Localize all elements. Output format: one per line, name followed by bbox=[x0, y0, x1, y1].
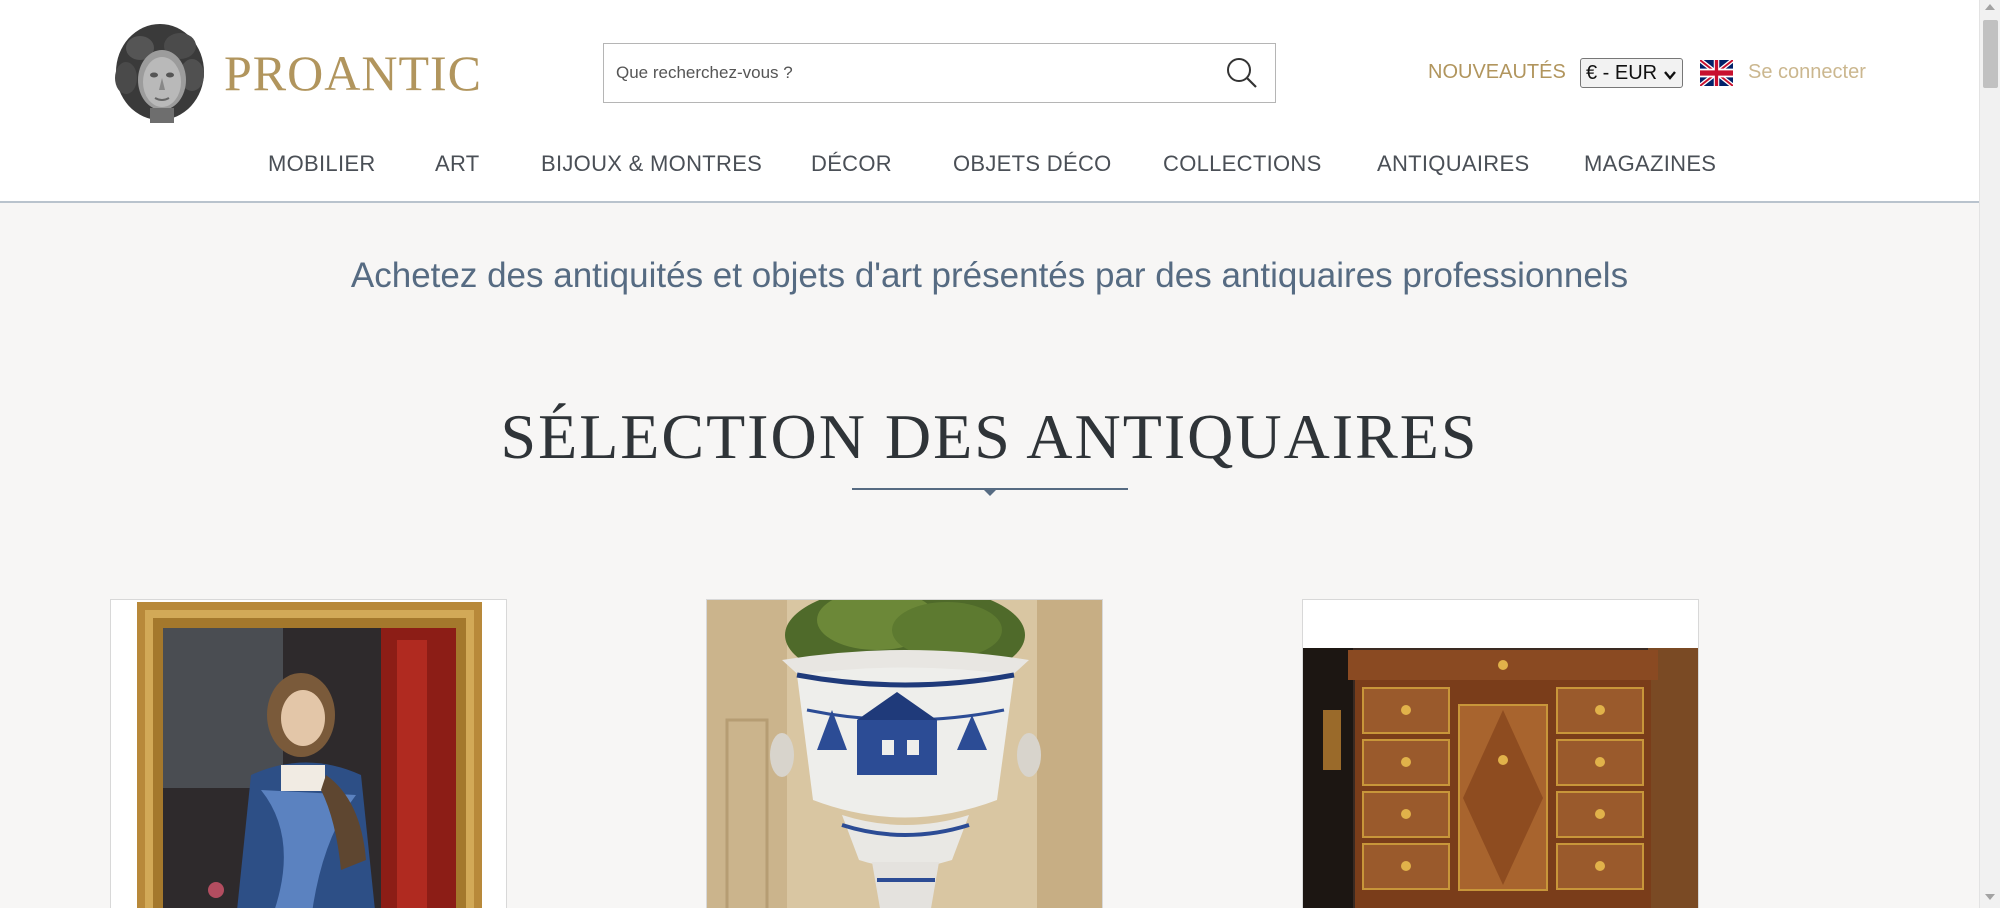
site-header: PROANTIC NOUVEAUTÉS € - EUR Se connecter… bbox=[0, 0, 1979, 203]
uk-flag-icon[interactable] bbox=[1699, 57, 1734, 89]
brand-name[interactable]: PROANTIC bbox=[224, 44, 482, 102]
nav-item-objets-deco[interactable]: OBJETS DÉCO bbox=[953, 151, 1112, 177]
main-nav: MOBILIER ART BIJOUX & MONTRES DÉCOR OBJE… bbox=[0, 151, 1979, 181]
search-icon[interactable] bbox=[1223, 54, 1261, 92]
nav-item-antiquaires[interactable]: ANTIQUAIRES bbox=[1377, 151, 1529, 177]
currency-value: € - EUR bbox=[1586, 61, 1658, 84]
divider-tip bbox=[982, 488, 998, 496]
portrait-painting-image bbox=[111, 600, 506, 908]
search-input[interactable] bbox=[616, 44, 1196, 101]
nav-item-bijoux-montres[interactable]: BIJOUX & MONTRES bbox=[541, 151, 762, 177]
chevron-down-icon bbox=[1663, 65, 1677, 88]
nav-item-magazines[interactable]: MAGAZINES bbox=[1584, 151, 1716, 177]
login-link[interactable]: Se connecter bbox=[1748, 61, 1866, 84]
scrollbar-thumb[interactable] bbox=[1983, 20, 1998, 88]
page-scrollbar[interactable] bbox=[1979, 0, 2000, 908]
scrollbar-up-arrow-icon[interactable] bbox=[1985, 4, 1995, 10]
nav-item-decor[interactable]: DÉCOR bbox=[811, 151, 892, 177]
currency-select[interactable]: € - EUR bbox=[1580, 58, 1683, 88]
product-card-3[interactable] bbox=[1302, 599, 1699, 908]
tagline: Achetez des antiquités et objets d'art p… bbox=[350, 256, 1629, 295]
nav-item-collections[interactable]: COLLECTIONS bbox=[1163, 151, 1322, 177]
nav-item-mobilier[interactable]: MOBILIER bbox=[268, 151, 376, 177]
nav-item-art[interactable]: ART bbox=[435, 151, 480, 177]
product-card-2[interactable] bbox=[706, 599, 1103, 908]
search-box bbox=[603, 43, 1276, 103]
scrollbar-down-arrow-icon[interactable] bbox=[1985, 894, 1995, 900]
marquetry-desk-image bbox=[1303, 600, 1698, 908]
product-card-1[interactable] bbox=[110, 599, 507, 908]
faience-vase-image bbox=[707, 600, 1102, 908]
new-arrivals-link[interactable]: NOUVEAUTÉS bbox=[1428, 61, 1566, 84]
section-title: SÉLECTION DES ANTIQUAIRES bbox=[500, 401, 1479, 472]
logo-bust-icon[interactable] bbox=[110, 20, 210, 123]
